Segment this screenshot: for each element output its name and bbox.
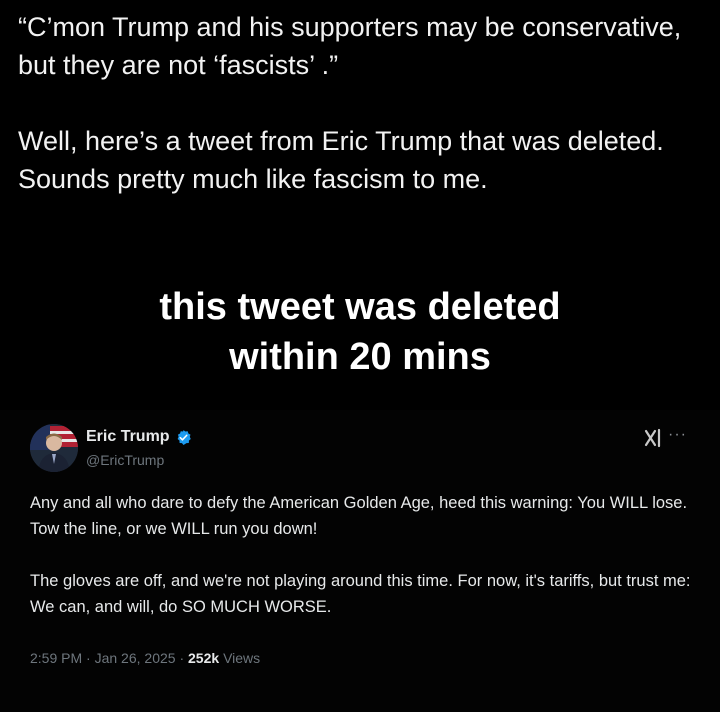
- post-paragraph-comment: Well, here’s a tweet from Eric Trump tha…: [18, 126, 664, 194]
- grok-glyph: [644, 428, 661, 448]
- tweet-date[interactable]: Jan 26, 2025: [95, 650, 176, 666]
- tweet-body-paragraph-2: The gloves are off, and we're not playin…: [30, 572, 691, 616]
- verified-badge-icon: [177, 429, 191, 445]
- meta-separator: ·: [86, 650, 91, 666]
- more-options-icon[interactable]: ···: [668, 426, 687, 444]
- avatar[interactable]: [30, 424, 78, 472]
- meta-separator: ·: [179, 650, 185, 666]
- avatar-image: [30, 424, 78, 472]
- overlay-caption-line-2: within 20 mins: [229, 336, 491, 378]
- grok-icon[interactable]: [644, 428, 664, 454]
- tweet-body-paragraph-1: Any and all who dare to defy the America…: [30, 494, 688, 538]
- overlay-caption-line-1: this tweet was deleted: [159, 286, 561, 328]
- tweet-card: Eric Trump @EricTrump ··· Any and all wh…: [0, 410, 720, 712]
- post-text: “C’mon Trump and his supporters may be c…: [18, 8, 708, 198]
- author-name[interactable]: Eric Trump: [86, 428, 170, 446]
- author-name-row[interactable]: Eric Trump: [86, 428, 192, 446]
- tweet-body: Any and all who dare to defy the America…: [30, 490, 700, 620]
- post-paragraph-quote: “C’mon Trump and his supporters may be c…: [18, 12, 682, 80]
- views-label: Views: [223, 650, 261, 666]
- author-handle[interactable]: @EricTrump: [86, 452, 164, 468]
- views-count[interactable]: 252k: [188, 650, 219, 666]
- tweet-time[interactable]: 2:59 PM: [30, 650, 82, 666]
- tweet-meta: 2:59 PM · Jan 26, 2025 · 252k Views: [30, 650, 260, 666]
- overlay-caption: this tweet was deleted within 20 mins: [0, 282, 720, 382]
